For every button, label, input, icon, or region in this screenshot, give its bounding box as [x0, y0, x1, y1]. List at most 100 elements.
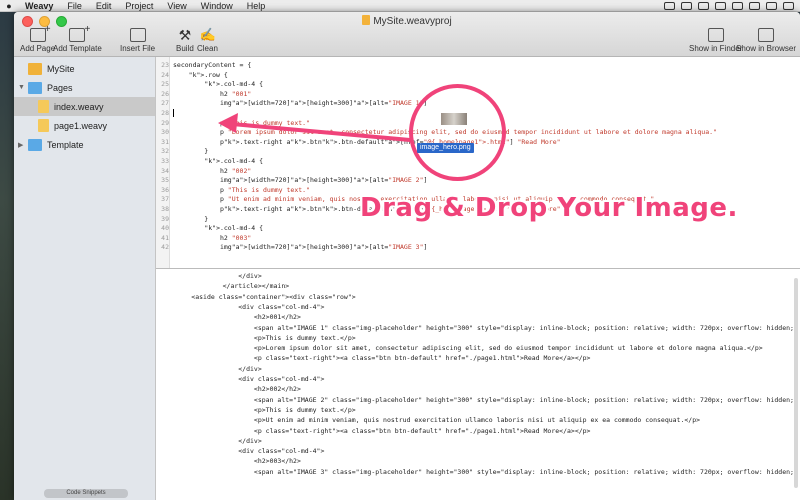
line-number: 23 — [161, 61, 169, 69]
folder-icon — [28, 138, 42, 151]
code-text: "k">.col-md-4 { — [204, 80, 264, 89]
notification-center-icon[interactable] — [783, 1, 794, 10]
line-number: 40 — [161, 224, 169, 233]
code-text: img"a">[width=720]"a">[height=300]"a">[a… — [173, 176, 428, 185]
tree-item-index-weavy[interactable]: index.weavy — [14, 97, 155, 116]
line-number: 37 — [161, 195, 169, 204]
status-area — [664, 1, 800, 10]
line-number: 31 — [161, 137, 169, 146]
tree-item-page1-weavy[interactable]: page1.weavy — [14, 116, 155, 135]
code-text: "k">.col-md-4 { — [204, 157, 264, 165]
line-number: 28 — [161, 109, 169, 117]
clean-broom-icon: ✍ — [199, 27, 216, 42]
line-number: 27 — [161, 99, 169, 108]
menu-project[interactable]: Project — [118, 1, 160, 11]
html-line: <p class="text-right"><a class="btn btn-… — [160, 354, 591, 363]
code-text: } — [173, 147, 209, 156]
build-tools-icon: ⚒ — [178, 27, 192, 43]
project-sidebar: MySite ▼ Pages index.weavy page1.weavy ▶… — [14, 57, 156, 500]
html-line: <div class="col-md-4"> — [160, 375, 325, 383]
html-line: <span alt="IMAGE 3" class="img-placehold… — [160, 467, 794, 476]
code-text: "k">.row { — [188, 70, 228, 79]
disclosure-closed-icon[interactable]: ▶ — [18, 141, 26, 149]
show-in-finder-button[interactable]: Show in Finder — [689, 28, 742, 53]
line-number: 41 — [161, 233, 169, 242]
html-output-view[interactable]: </div> </article></main> <aside class="c… — [156, 270, 800, 500]
add-template-icon — [69, 24, 90, 42]
html-line: <p>This is dummy text.</p> — [160, 333, 356, 342]
tree-item-template[interactable]: ▶ Template — [14, 135, 155, 154]
line-number: 36 — [161, 185, 169, 194]
tree-item-pages[interactable]: ▼ Pages — [14, 78, 155, 97]
menu-window[interactable]: Window — [194, 1, 240, 11]
sync-icon[interactable] — [698, 1, 709, 10]
menu-file[interactable]: File — [60, 1, 89, 11]
preview-scrollbar[interactable] — [794, 278, 798, 488]
html-line: </div> — [160, 364, 262, 373]
html-line: <p>This is dummy text.</p> — [160, 405, 356, 414]
add-page-icon — [29, 24, 51, 42]
show-in-browser-label: Show in Browser — [736, 44, 797, 53]
line-number: 33 — [161, 157, 169, 165]
battery-icon[interactable] — [732, 1, 743, 10]
code-text: p "This is dummy text." — [173, 185, 310, 194]
disclosure-open-icon[interactable]: ▼ — [18, 84, 26, 91]
show-in-browser-button[interactable]: Show in Browser — [736, 28, 796, 53]
insert-file-button[interactable]: Insert File — [120, 28, 155, 53]
html-line: <aside class="container"><div class="row… — [160, 292, 356, 301]
display-icon[interactable] — [681, 1, 692, 10]
code-text: h2 "002" — [173, 166, 252, 175]
html-line: </div> — [160, 436, 262, 445]
line-number: 24 — [161, 70, 169, 79]
show-in-finder-label: Show in Finder — [689, 44, 743, 53]
clean-label: Clean — [197, 44, 218, 53]
line-number: 26 — [161, 89, 169, 98]
add-template-button[interactable]: Add Template — [53, 24, 102, 53]
html-line: <span alt="IMAGE 2" class="img-placehold… — [160, 395, 794, 404]
dragged-image-thumbnail — [441, 113, 467, 125]
line-number: 39 — [161, 214, 169, 223]
finder-icon — [707, 28, 724, 42]
add-template-label: Add Template — [53, 44, 102, 53]
menu-bar: ● Weavy File Edit Project View Window He… — [0, 0, 800, 12]
input-source-icon[interactable] — [749, 1, 760, 10]
code-text: img"a">[width=720]"a">[height=300]"a">[a… — [173, 99, 428, 108]
app-window: MySite.weavyproj Add Page Add Template I… — [14, 12, 800, 500]
line-number: 32 — [161, 147, 169, 156]
screen-icon[interactable] — [664, 1, 675, 10]
line-number: 29 — [161, 118, 169, 127]
line-number: 25 — [161, 80, 169, 89]
wifi-icon[interactable] — [715, 1, 726, 10]
code-text: h2 "001" — [173, 89, 252, 98]
add-page-label: Add Page — [20, 44, 56, 53]
tree-item-label: Template — [47, 139, 84, 150]
menu-view[interactable]: View — [160, 1, 193, 11]
window-title: MySite.weavyproj — [14, 15, 800, 27]
line-number: 34 — [161, 166, 169, 175]
spotlight-icon[interactable] — [766, 1, 777, 10]
code-text: p "This is dummy text." — [173, 118, 310, 127]
menu-app[interactable]: Weavy — [18, 1, 60, 11]
add-page-button[interactable]: Add Page — [20, 24, 56, 53]
code-snippets-button[interactable]: Code Snippets — [44, 489, 128, 498]
title-bar: MySite.weavyproj Add Page Add Template I… — [14, 12, 800, 57]
line-number: 42 — [161, 243, 169, 252]
code-text: "k">.col-md-4 { — [204, 224, 264, 233]
page-file-icon — [38, 100, 49, 113]
folder-icon — [28, 81, 42, 94]
code-text: } — [173, 214, 209, 223]
html-line: <p>Ut enim ad minim veniam, quis nostrud… — [160, 416, 701, 425]
code-text — [173, 109, 221, 117]
html-line: <h2>003</h2> — [160, 457, 301, 466]
tree-item-label: Pages — [47, 82, 73, 93]
menu-edit[interactable]: Edit — [89, 1, 119, 11]
clean-button[interactable]: ✍ Clean — [197, 27, 218, 54]
build-button[interactable]: ⚒ Build — [176, 28, 194, 53]
tree-item-label: index.weavy — [54, 101, 104, 112]
apple-icon[interactable]: ● — [0, 1, 18, 11]
page-file-icon — [38, 119, 49, 132]
insert-file-label: Insert File — [120, 44, 156, 53]
menu-help[interactable]: Help — [240, 1, 273, 11]
build-label: Build — [176, 44, 194, 53]
tree-item-mysite[interactable]: MySite — [14, 59, 155, 78]
